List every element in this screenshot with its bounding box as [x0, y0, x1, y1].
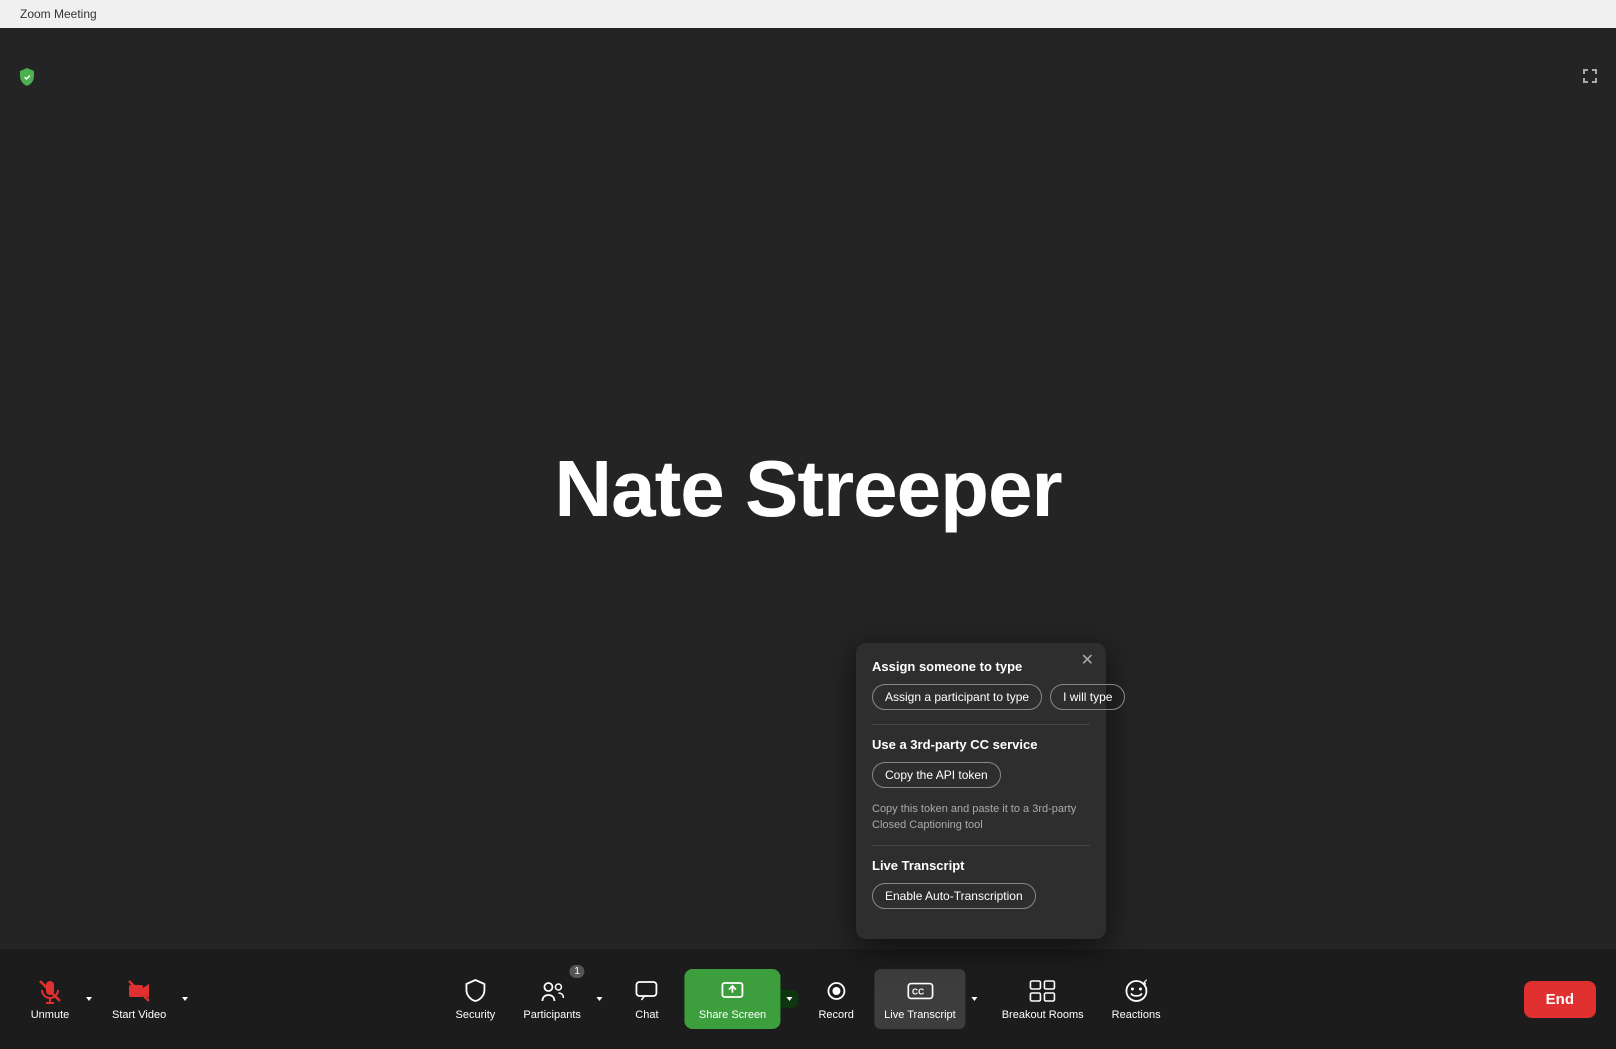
- participants-label: Participants: [523, 1009, 580, 1021]
- participants-count: 1: [569, 965, 585, 978]
- shield-icon: [16, 66, 38, 88]
- live-transcript-chevron[interactable]: [966, 990, 984, 1008]
- unmute-group: Unmute: [20, 969, 98, 1029]
- toolbar-right: End: [1524, 981, 1596, 1018]
- svg-text:CC: CC: [912, 987, 924, 997]
- popup-helper-text: Copy this token and paste it to a 3rd-pa…: [872, 802, 1090, 833]
- title-bar: Zoom Meeting: [0, 0, 1616, 28]
- popup-live-transcript-buttons: Enable Auto-Transcription: [872, 883, 1090, 909]
- toolbar-left: Unmute Start Video: [20, 969, 194, 1029]
- unmute-label: Unmute: [31, 1009, 70, 1021]
- share-screen-label: Share Screen: [699, 1009, 766, 1021]
- share-screen-button[interactable]: Share Screen: [685, 969, 780, 1029]
- security-label: Security: [456, 1009, 496, 1021]
- popup-divider-2: [872, 845, 1090, 846]
- popup-close-button[interactable]: ✕: [1081, 653, 1094, 669]
- security-button[interactable]: Security: [445, 969, 505, 1029]
- toolbar: Unmute Start Video: [0, 949, 1616, 1049]
- chat-label: Chat: [635, 1009, 658, 1021]
- enable-auto-transcription-button[interactable]: Enable Auto-Transcription: [872, 883, 1036, 909]
- meeting-area: Nate Streeper: [0, 28, 1616, 949]
- video-off-icon: [125, 977, 153, 1005]
- participants-group: 1 Participants: [513, 969, 608, 1029]
- unmute-button[interactable]: Unmute: [20, 969, 80, 1029]
- popup-assign-title: Assign someone to type: [872, 659, 1090, 674]
- record-label: Record: [818, 1009, 853, 1021]
- copy-api-token-button[interactable]: Copy the API token: [872, 762, 1001, 788]
- assign-participant-button[interactable]: Assign a participant to type: [872, 684, 1042, 710]
- participants-icon: [538, 977, 566, 1005]
- share-screen-icon: [719, 977, 747, 1005]
- chat-button[interactable]: Chat: [617, 969, 677, 1029]
- share-screen-chevron[interactable]: [780, 990, 798, 1008]
- start-video-label: Start Video: [112, 1009, 166, 1021]
- i-will-type-button[interactable]: I will type: [1050, 684, 1125, 710]
- popup-cc-buttons: Copy the API token: [872, 762, 1090, 788]
- reactions-button[interactable]: Reactions: [1102, 969, 1171, 1029]
- participants-chevron[interactable]: [591, 990, 609, 1008]
- security-icon: [461, 977, 489, 1005]
- toolbar-center: Security 1 Participants: [445, 969, 1170, 1029]
- breakout-rooms-button[interactable]: Breakout Rooms: [992, 969, 1094, 1029]
- share-screen-group: Share Screen: [685, 969, 798, 1029]
- live-transcript-button[interactable]: CC Live Transcript: [874, 969, 966, 1029]
- start-video-button[interactable]: Start Video: [102, 969, 176, 1029]
- chat-icon: [633, 977, 661, 1005]
- mic-muted-icon: [36, 977, 64, 1005]
- speaker-name: Nate Streeper: [554, 443, 1061, 535]
- live-transcript-popup: ✕ Assign someone to type Assign a partic…: [856, 643, 1106, 939]
- participants-button[interactable]: 1 Participants: [513, 969, 590, 1029]
- end-button[interactable]: End: [1524, 981, 1596, 1018]
- title-bar-text: Zoom Meeting: [20, 7, 97, 21]
- record-icon: [822, 977, 850, 1005]
- breakout-rooms-label: Breakout Rooms: [1002, 1009, 1084, 1021]
- expand-icon[interactable]: [1580, 66, 1600, 86]
- live-transcript-label: Live Transcript: [884, 1009, 956, 1021]
- cc-icon: CC: [906, 977, 934, 1005]
- popup-divider-1: [872, 724, 1090, 725]
- popup-cc-title: Use a 3rd-party CC service: [872, 737, 1090, 752]
- start-video-group: Start Video: [102, 969, 194, 1029]
- popup-assign-buttons: Assign a participant to type I will type: [872, 684, 1090, 710]
- reactions-label: Reactions: [1112, 1009, 1161, 1021]
- popup-live-transcript-title: Live Transcript: [872, 858, 1090, 873]
- video-chevron[interactable]: [176, 990, 194, 1008]
- breakout-rooms-icon: [1029, 977, 1057, 1005]
- live-transcript-group: CC Live Transcript: [874, 969, 984, 1029]
- reactions-icon: [1122, 977, 1150, 1005]
- record-button[interactable]: Record: [806, 969, 866, 1029]
- unmute-chevron[interactable]: [80, 990, 98, 1008]
